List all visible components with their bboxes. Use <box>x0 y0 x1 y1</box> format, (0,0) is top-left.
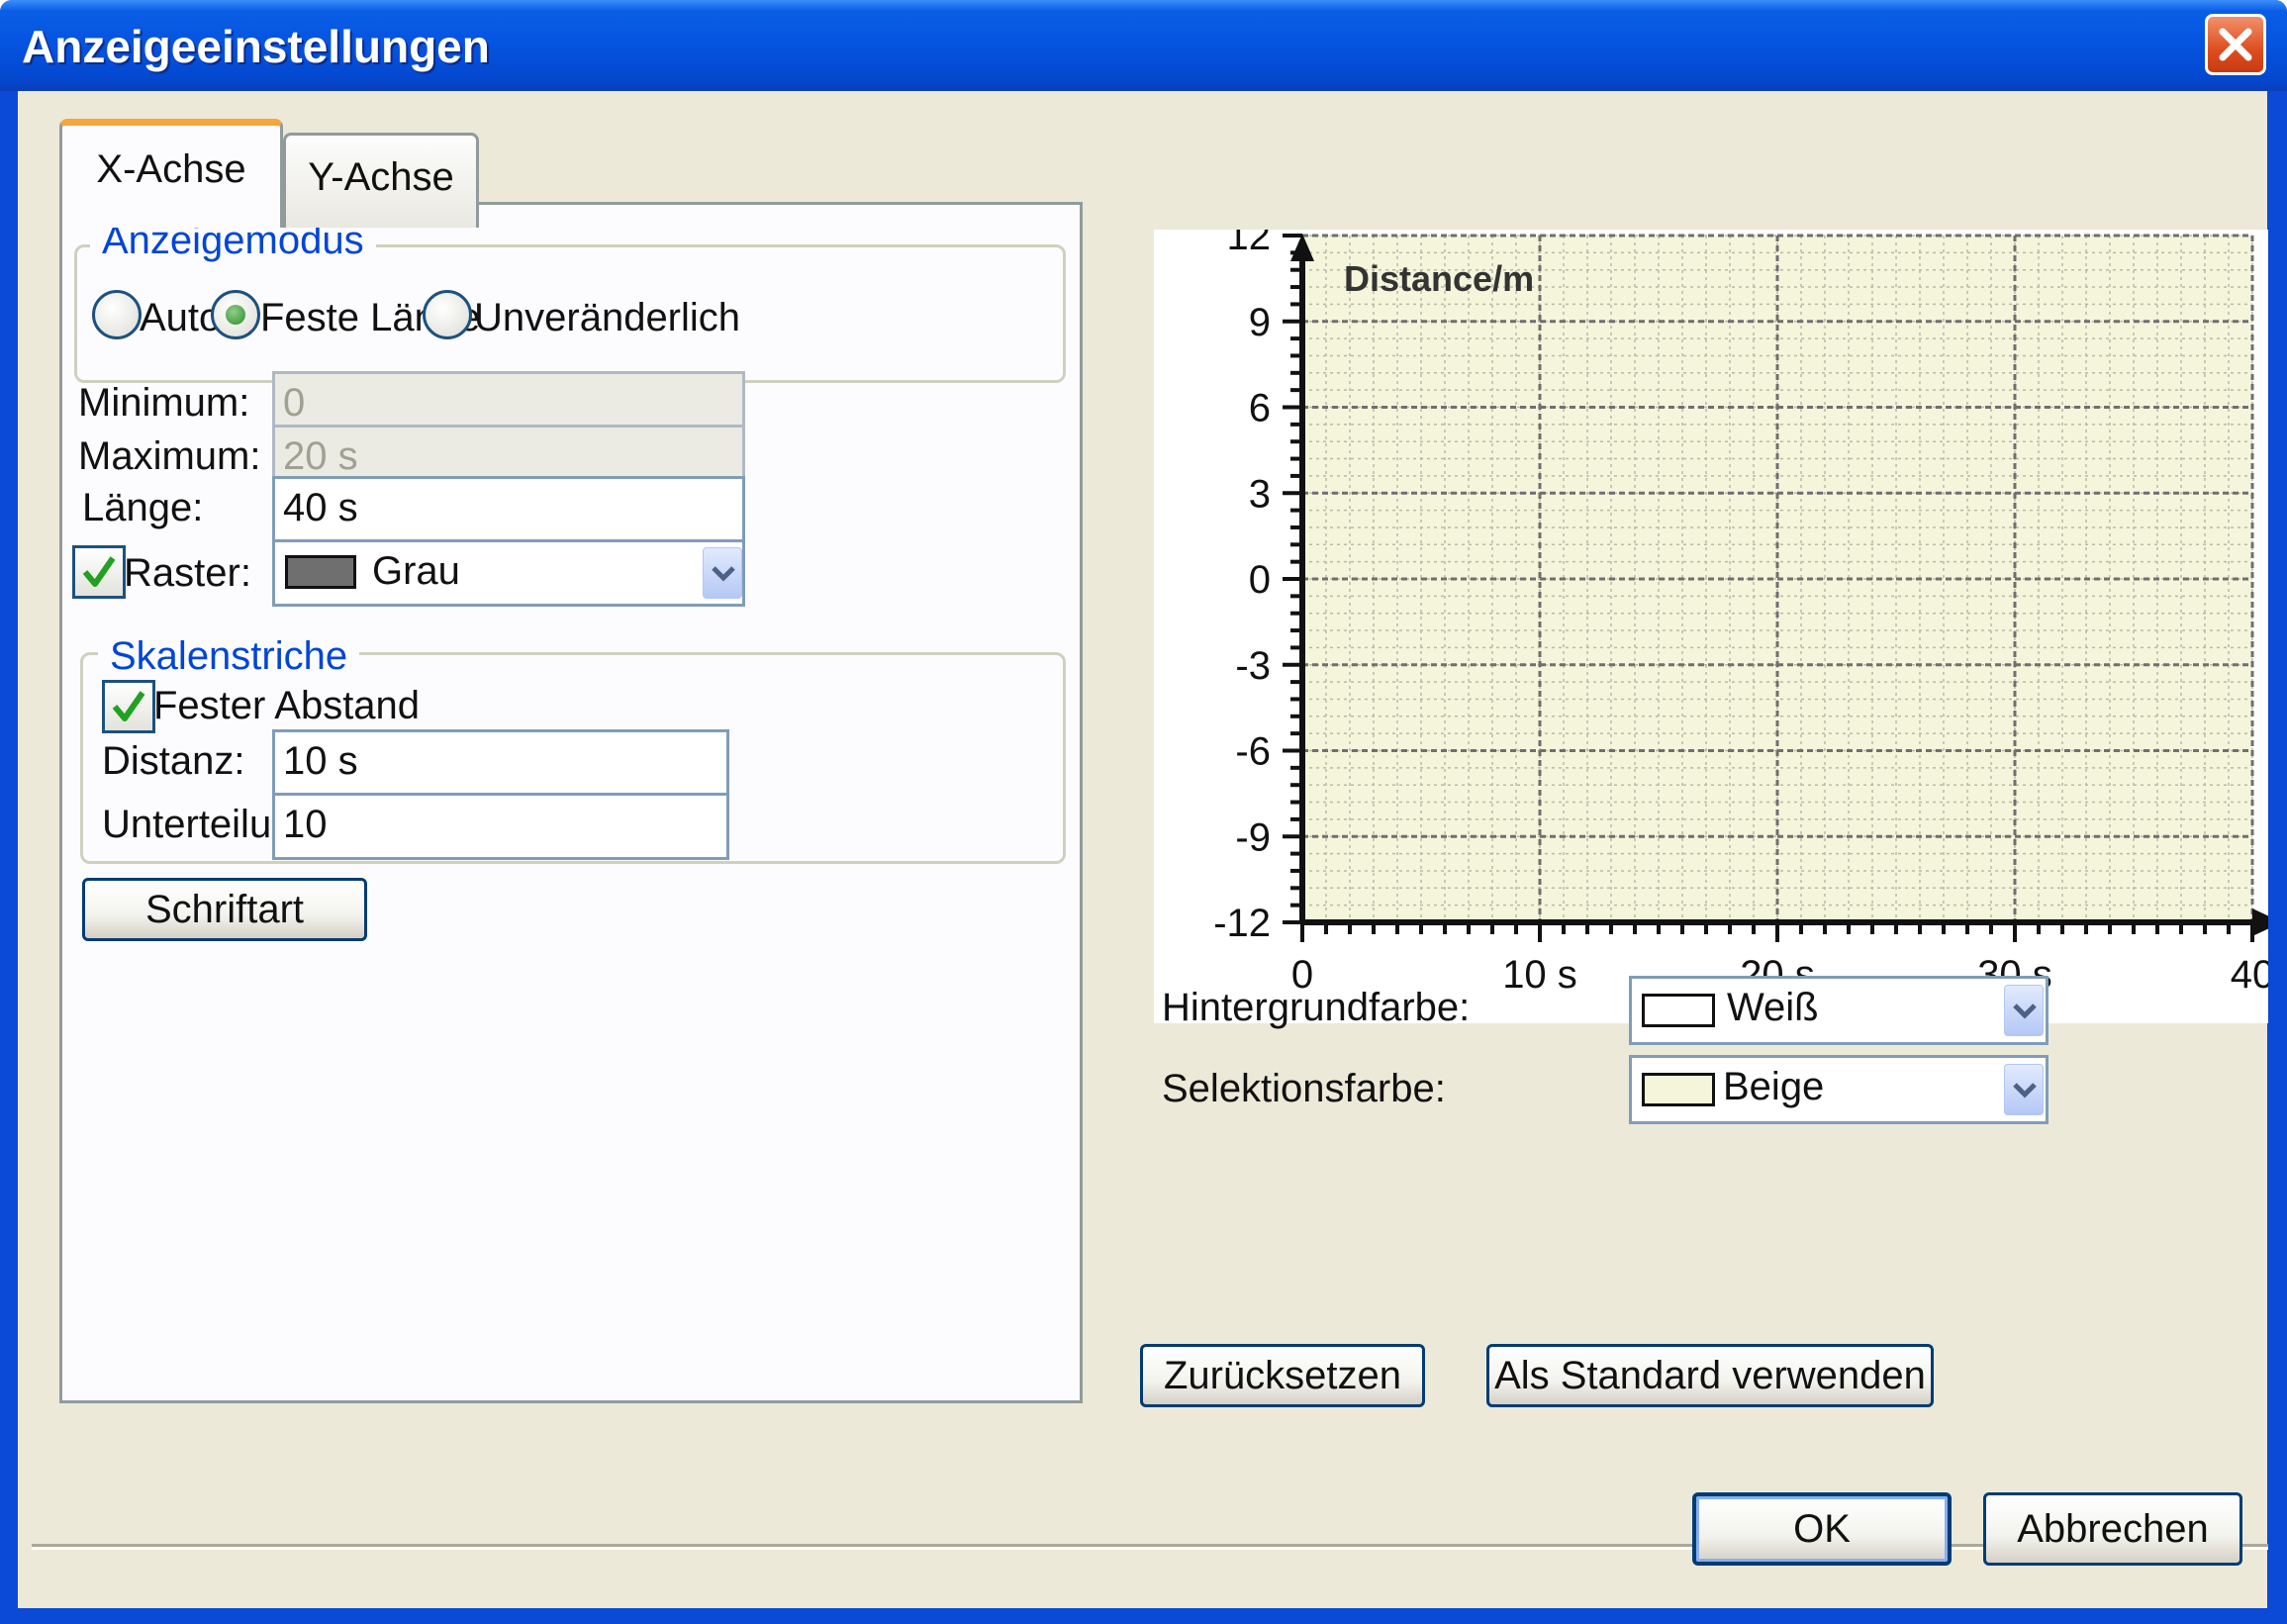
length-input[interactable]: 40 s <box>272 476 745 543</box>
radio-auto-label[interactable]: Auto <box>140 296 221 340</box>
y-tick-label: -6 <box>1235 730 1271 774</box>
fixed-distance-checkbox[interactable] <box>102 680 155 733</box>
background-color-select[interactable]: Weiß <box>1629 976 2049 1045</box>
distance-input[interactable]: 10 s <box>272 729 729 797</box>
close-icon <box>2219 28 2252 61</box>
x-tick-label: 10 s <box>1502 953 1577 997</box>
radio-fixed-length[interactable] <box>211 290 260 339</box>
selection-color-swatch <box>1642 1073 1715 1106</box>
chart-svg: 0 10 s 20 s 30 s 40129630-3-6-9-12Distance/m <box>1213 230 2268 997</box>
radio-selected-dot <box>226 305 245 325</box>
x-axis-arrow <box>2252 908 2268 936</box>
ok-button[interactable]: OK <box>1692 1492 1952 1566</box>
radio-auto[interactable] <box>92 290 142 339</box>
y-tick-label: 3 <box>1249 472 1271 516</box>
y-tick-label: 0 <box>1249 558 1271 602</box>
tab-y-axis[interactable]: Y-Achse <box>283 133 479 228</box>
grid-color-select[interactable]: Grau <box>272 539 745 607</box>
grid-checkbox[interactable] <box>72 545 126 599</box>
tab-x-axis[interactable]: X-Achse <box>59 119 283 228</box>
dialog-client-area: Anzeigemodus Auto Feste Länge Unveränder… <box>18 91 2268 1608</box>
radio-unchangeable[interactable] <box>423 290 472 339</box>
tab-panel-x-axis: Anzeigemodus Auto Feste Länge Unveränder… <box>59 202 1083 1403</box>
y-tick-label: 9 <box>1249 301 1271 344</box>
chevron-down-icon <box>2013 1003 2037 1019</box>
grid-color-dropdown-button[interactable] <box>703 547 742 599</box>
tab-x-axis-label: X-Achse <box>96 147 246 191</box>
background-color-value: Weiß <box>1727 986 1819 1029</box>
background-color-swatch <box>1642 994 1715 1027</box>
dialog-title: Anzeigeeinstellungen <box>22 21 490 72</box>
chevron-down-icon <box>2013 1083 2037 1099</box>
checkmark-icon <box>82 556 116 587</box>
selection-color-select[interactable]: Beige <box>1629 1055 2049 1124</box>
selection-color-dropdown-button[interactable] <box>2004 1064 2044 1115</box>
grid-color-value: Grau <box>372 549 460 593</box>
length-label: Länge: <box>82 486 204 529</box>
x-tick-label: 40 <box>2231 953 2268 997</box>
title-bar[interactable]: Anzeigeeinstellungen <box>0 0 2287 91</box>
fixed-distance-label[interactable]: Fester Abstand <box>153 684 420 728</box>
y-tick-label: 6 <box>1249 387 1271 430</box>
y-tick-label: -3 <box>1235 644 1271 688</box>
use-as-default-button[interactable]: Als Standard verwenden <box>1486 1344 1934 1407</box>
chevron-down-icon <box>712 566 735 582</box>
selection-color-value: Beige <box>1723 1065 1825 1108</box>
cancel-button[interactable]: Abbrechen <box>1983 1492 2242 1566</box>
chart-title: Distance/m <box>1344 258 1534 299</box>
selection-color-label: Selektionsfarbe: <box>1162 1067 1446 1110</box>
subdivisions-input[interactable]: 10 <box>272 793 729 860</box>
dialog-window: Anzeigeeinstellungen Anzeigemodus Auto F… <box>0 0 2287 1624</box>
reset-button[interactable]: Zurücksetzen <box>1140 1344 1425 1407</box>
close-button[interactable] <box>2205 14 2266 75</box>
minimum-label: Minimum: <box>78 381 250 425</box>
y-tick-label: -9 <box>1235 815 1271 859</box>
maximum-label: Maximum: <box>78 434 261 478</box>
background-color-dropdown-button[interactable] <box>2004 985 2044 1036</box>
y-tick-label: 12 <box>1227 230 1272 258</box>
font-button[interactable]: Schriftart <box>82 878 367 941</box>
chart-preview: 0 10 s 20 s 30 s 40 12 9 6 3 0 -3 -6 -9 -12 Distance/m <box>1154 230 2268 1023</box>
radio-unchangeable-label[interactable]: Unveränderlich <box>474 296 740 340</box>
checkmark-icon <box>112 691 145 721</box>
grid-color-swatch <box>285 555 356 589</box>
distance-label: Distanz: <box>102 739 245 783</box>
y-tick-label: -12 <box>1213 902 1271 945</box>
tab-y-axis-label: Y-Achse <box>308 155 454 199</box>
background-color-label: Hintergrundfarbe: <box>1162 986 1471 1029</box>
grid-label[interactable]: Raster: <box>124 551 251 596</box>
ticks-legend: Skalenstriche <box>98 634 360 679</box>
